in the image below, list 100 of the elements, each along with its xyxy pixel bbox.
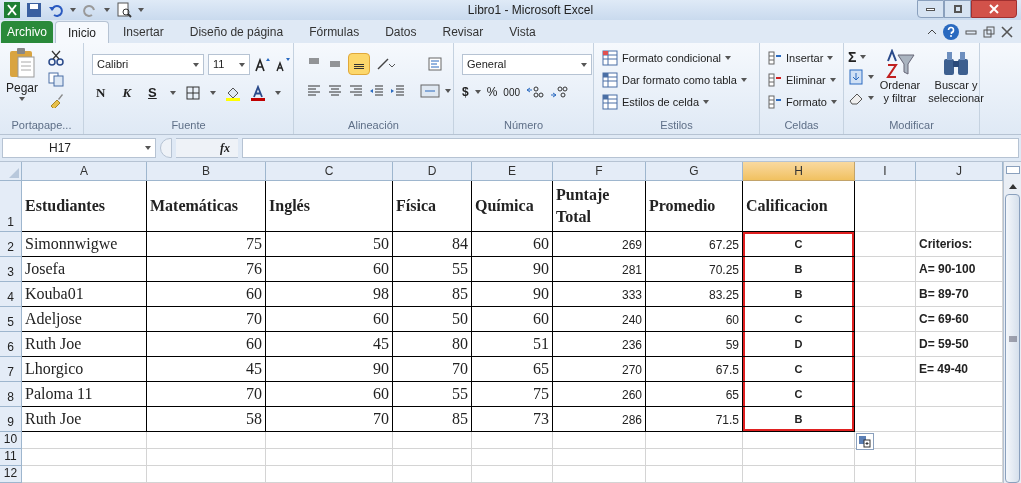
number-format-field[interactable]: General xyxy=(462,54,592,75)
file-tab[interactable]: Archivo xyxy=(1,21,53,43)
merge-cells-icon[interactable] xyxy=(420,83,440,99)
undo-icon[interactable] xyxy=(48,2,64,18)
grade-cell: B xyxy=(743,282,855,307)
table-cell: Kouba01 xyxy=(22,282,147,307)
minimize-button[interactable] xyxy=(917,0,944,18)
column-header-cell: Inglés xyxy=(266,181,393,232)
align-bottom-button[interactable] xyxy=(348,53,370,75)
close-icon xyxy=(989,4,999,14)
column-heading[interactable]: F xyxy=(553,162,646,181)
function-button[interactable]: fx xyxy=(220,139,230,157)
column-heading[interactable]: C xyxy=(266,162,393,181)
font-color-icon[interactable] xyxy=(249,84,266,101)
scrollbar-thumb[interactable] xyxy=(1005,194,1020,483)
thousands-button[interactable]: 000 xyxy=(503,84,521,100)
table-cell: Simonnwigwe xyxy=(22,232,147,257)
table-cell: 51 xyxy=(472,332,553,357)
cells-menu-button[interactable]: Eliminar xyxy=(768,71,837,89)
split-handle[interactable] xyxy=(1005,166,1020,174)
column-heading[interactable]: H xyxy=(743,162,855,181)
ribbon-tab[interactable]: Vista xyxy=(497,21,548,43)
formula-input-field[interactable] xyxy=(242,138,1019,158)
font-size-field[interactable]: 11 xyxy=(208,54,250,75)
column-heading[interactable]: I xyxy=(855,162,916,181)
grade-cell: C xyxy=(743,357,855,382)
decrease-decimal-icon[interactable] xyxy=(550,84,569,100)
print-preview-icon[interactable] xyxy=(116,2,132,18)
dropdown-caret-icon xyxy=(868,96,874,100)
align-center-icon[interactable] xyxy=(327,83,343,99)
dropdown-caret-icon xyxy=(19,97,25,101)
grade-cell: D xyxy=(743,332,855,357)
formula-bar-handle[interactable] xyxy=(160,138,172,158)
cells-menu-button[interactable]: Insertar xyxy=(768,49,837,67)
shrink-font-icon[interactable] xyxy=(274,56,290,73)
ribbon-tab[interactable]: Revisar xyxy=(430,21,496,43)
cells-menu-button[interactable]: Formato xyxy=(768,93,837,111)
grade-cell: C xyxy=(743,307,855,332)
restore-window-icon[interactable] xyxy=(983,26,995,38)
column-heading[interactable]: A xyxy=(22,162,147,181)
currency-button[interactable]: $ xyxy=(462,83,469,101)
scroll-up-icon[interactable] xyxy=(1008,183,1017,189)
font-name-field[interactable]: Calibri xyxy=(92,54,204,75)
scissors-icon[interactable] xyxy=(48,50,64,66)
paste-button[interactable]: Pegar xyxy=(4,47,40,108)
italic-button[interactable]: K xyxy=(118,83,136,103)
ribbon-tab[interactable]: Fórmulas xyxy=(297,21,372,43)
table-cell: 85 xyxy=(393,282,472,307)
styles-menu-button[interactable]: Formato condicional xyxy=(602,49,747,67)
dropdown-caret-icon xyxy=(830,100,837,104)
increase-indent-icon[interactable] xyxy=(390,83,406,99)
copy-icon[interactable] xyxy=(48,71,64,87)
align-left-icon[interactable] xyxy=(306,83,322,99)
ribbon-tab[interactable]: Inicio xyxy=(55,21,110,43)
name-box[interactable]: H17 xyxy=(2,138,156,158)
grip-icon xyxy=(1008,335,1017,342)
dropdown-caret-icon xyxy=(474,90,481,94)
paste-options-icon[interactable] xyxy=(856,433,874,450)
column-header-cell: Promedio xyxy=(646,181,743,232)
table-cell: 65 xyxy=(472,357,553,382)
increase-decimal-icon[interactable] xyxy=(526,84,545,100)
autosum-button[interactable]: Σ xyxy=(848,50,857,64)
ribbon-group-label: Fuente xyxy=(171,118,206,134)
styles-menu-button[interactable]: Dar formato como tabla xyxy=(602,71,747,89)
column-heading[interactable]: D xyxy=(393,162,472,181)
column-heading[interactable]: E xyxy=(472,162,553,181)
align-right-icon[interactable] xyxy=(348,83,364,99)
column-header-cell: Puntaje Total xyxy=(553,181,646,232)
table-cell: 75 xyxy=(147,232,266,257)
text-orientation-icon[interactable] xyxy=(375,56,397,72)
percent-button[interactable]: % xyxy=(486,83,498,101)
ribbon-tab[interactable]: Diseño de página xyxy=(177,21,296,43)
decrease-indent-icon[interactable] xyxy=(369,83,385,99)
ribbon-group-label: Estilos xyxy=(660,118,693,134)
align-bottom-icon xyxy=(353,64,365,70)
underline-button[interactable]: S xyxy=(144,83,161,103)
table-cell: 90 xyxy=(472,282,553,307)
save-icon[interactable] xyxy=(26,2,42,18)
close-window-icon[interactable] xyxy=(1001,26,1013,38)
bold-button[interactable]: N xyxy=(92,83,110,103)
borders-icon[interactable] xyxy=(184,84,201,101)
close-button[interactable] xyxy=(971,0,1017,18)
brush-icon[interactable] xyxy=(48,92,64,108)
sort-filter-button[interactable]: Ordenar y filtrar xyxy=(878,49,922,106)
excel-logo-icon[interactable] xyxy=(4,2,20,18)
collapse-ribbon-icon[interactable] xyxy=(927,27,937,37)
table-cell: 58 xyxy=(147,407,266,432)
restore-button[interactable] xyxy=(944,0,971,18)
column-heading[interactable]: B xyxy=(147,162,266,181)
row-number[interactable]: 1 xyxy=(7,213,14,231)
table-cell: 55 xyxy=(393,257,472,282)
ribbon-tab[interactable]: Insertar xyxy=(111,21,176,43)
empty-cell xyxy=(855,307,916,332)
fill-down-icon[interactable] xyxy=(848,69,864,85)
find-select-button[interactable]: Buscar y seleccionar xyxy=(926,49,986,106)
grow-font-icon[interactable] xyxy=(254,56,270,73)
column-header-cell: Química xyxy=(472,181,553,232)
styles-menu-button[interactable]: Estilos de celda xyxy=(602,93,747,111)
ribbon-tab[interactable]: Datos xyxy=(373,21,429,43)
help-icon[interactable] xyxy=(943,24,959,40)
